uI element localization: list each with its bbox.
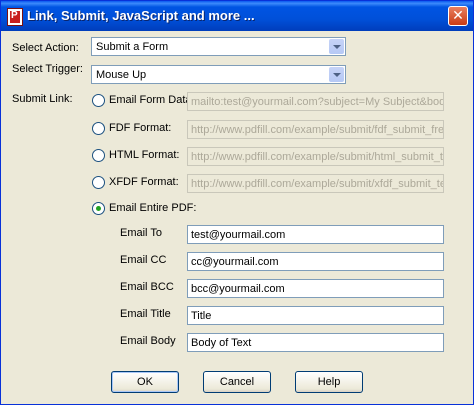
email-bcc-value: bcc@yourmail.com [191,283,285,295]
radio-xfdf-format[interactable]: XFDF Format: [92,175,182,191]
radio-button[interactable] [92,122,105,135]
radio-label: FDF Format: [109,122,172,134]
title-bar[interactable]: Link, Submit, JavaScript and more ... ✕ [1,1,473,31]
radio-email-form-data[interactable]: Email Form Data: [92,93,195,109]
select-trigger-label: Select Trigger: [12,63,83,75]
select-action-label: Select Action: [12,42,79,54]
email-title-field[interactable]: Title [187,306,444,325]
email-cc-label: Email CC [120,254,167,266]
xfdf-format-value: http://www.pdfill.com/example/submit/xfd… [191,178,444,190]
email-bcc-label: Email BCC [120,281,174,293]
ok-button[interactable]: OK [111,371,179,393]
html-format-field[interactable]: http://www.pdfill.com/example/submit/htm… [187,147,444,166]
radio-fdf-format[interactable]: FDF Format: [92,121,182,137]
email-to-label: Email To [120,227,162,239]
close-icon: ✕ [452,8,464,24]
select-action-value: Submit a Form [96,41,169,53]
window-title: Link, Submit, JavaScript and more ... [27,8,255,23]
email-form-data-value: mailto:test@yourmail.com?subject=My Subj… [191,96,443,108]
fdf-format-value: http://www.pdfill.com/example/submit/fdf… [191,124,444,136]
radio-email-entire-pdf[interactable]: Email Entire PDF: [92,201,202,217]
email-bcc-field[interactable]: bcc@yourmail.com [187,279,444,298]
email-to-value: test@yourmail.com [191,229,286,241]
html-format-value: http://www.pdfill.com/example/submit/htm… [191,151,444,163]
select-action-dropdown[interactable]: Submit a Form [91,37,346,56]
pdfill-app-icon [7,8,23,26]
radio-button[interactable] [92,202,105,215]
radio-label: Email Form Data: [109,94,195,106]
chevron-down-icon[interactable] [329,39,344,54]
email-body-label: Email Body [120,335,176,347]
email-cc-field[interactable]: cc@yourmail.com [187,252,444,271]
radio-button[interactable] [92,94,105,107]
cancel-button[interactable]: Cancel [203,371,271,393]
email-form-data-field[interactable]: mailto:test@yourmail.com?subject=My Subj… [187,92,444,111]
radio-button[interactable] [92,176,105,189]
chevron-down-icon[interactable] [329,67,344,82]
radio-label: XFDF Format: [109,176,179,188]
radio-button[interactable] [92,149,105,162]
dialog-window: Link, Submit, JavaScript and more ... ✕ … [0,0,474,405]
help-button[interactable]: Help [295,371,363,393]
email-body-field[interactable]: Body of Text [187,333,444,352]
radio-html-format[interactable]: HTML Format: [92,148,182,164]
fdf-format-field[interactable]: http://www.pdfill.com/example/submit/fdf… [187,120,444,139]
select-trigger-dropdown[interactable]: Mouse Up [91,65,346,84]
select-trigger-value: Mouse Up [96,69,147,81]
email-cc-value: cc@yourmail.com [191,256,279,268]
submit-link-label: Submit Link: [12,93,73,105]
close-button[interactable]: ✕ [448,6,468,26]
email-title-label: Email Title [120,308,171,320]
email-body-value: Body of Text [191,337,252,349]
email-title-value: Title [191,310,212,322]
radio-label: HTML Format: [109,149,180,161]
xfdf-format-field[interactable]: http://www.pdfill.com/example/submit/xfd… [187,174,444,193]
radio-label: Email Entire PDF: [109,202,197,214]
email-to-field[interactable]: test@yourmail.com [187,225,444,244]
